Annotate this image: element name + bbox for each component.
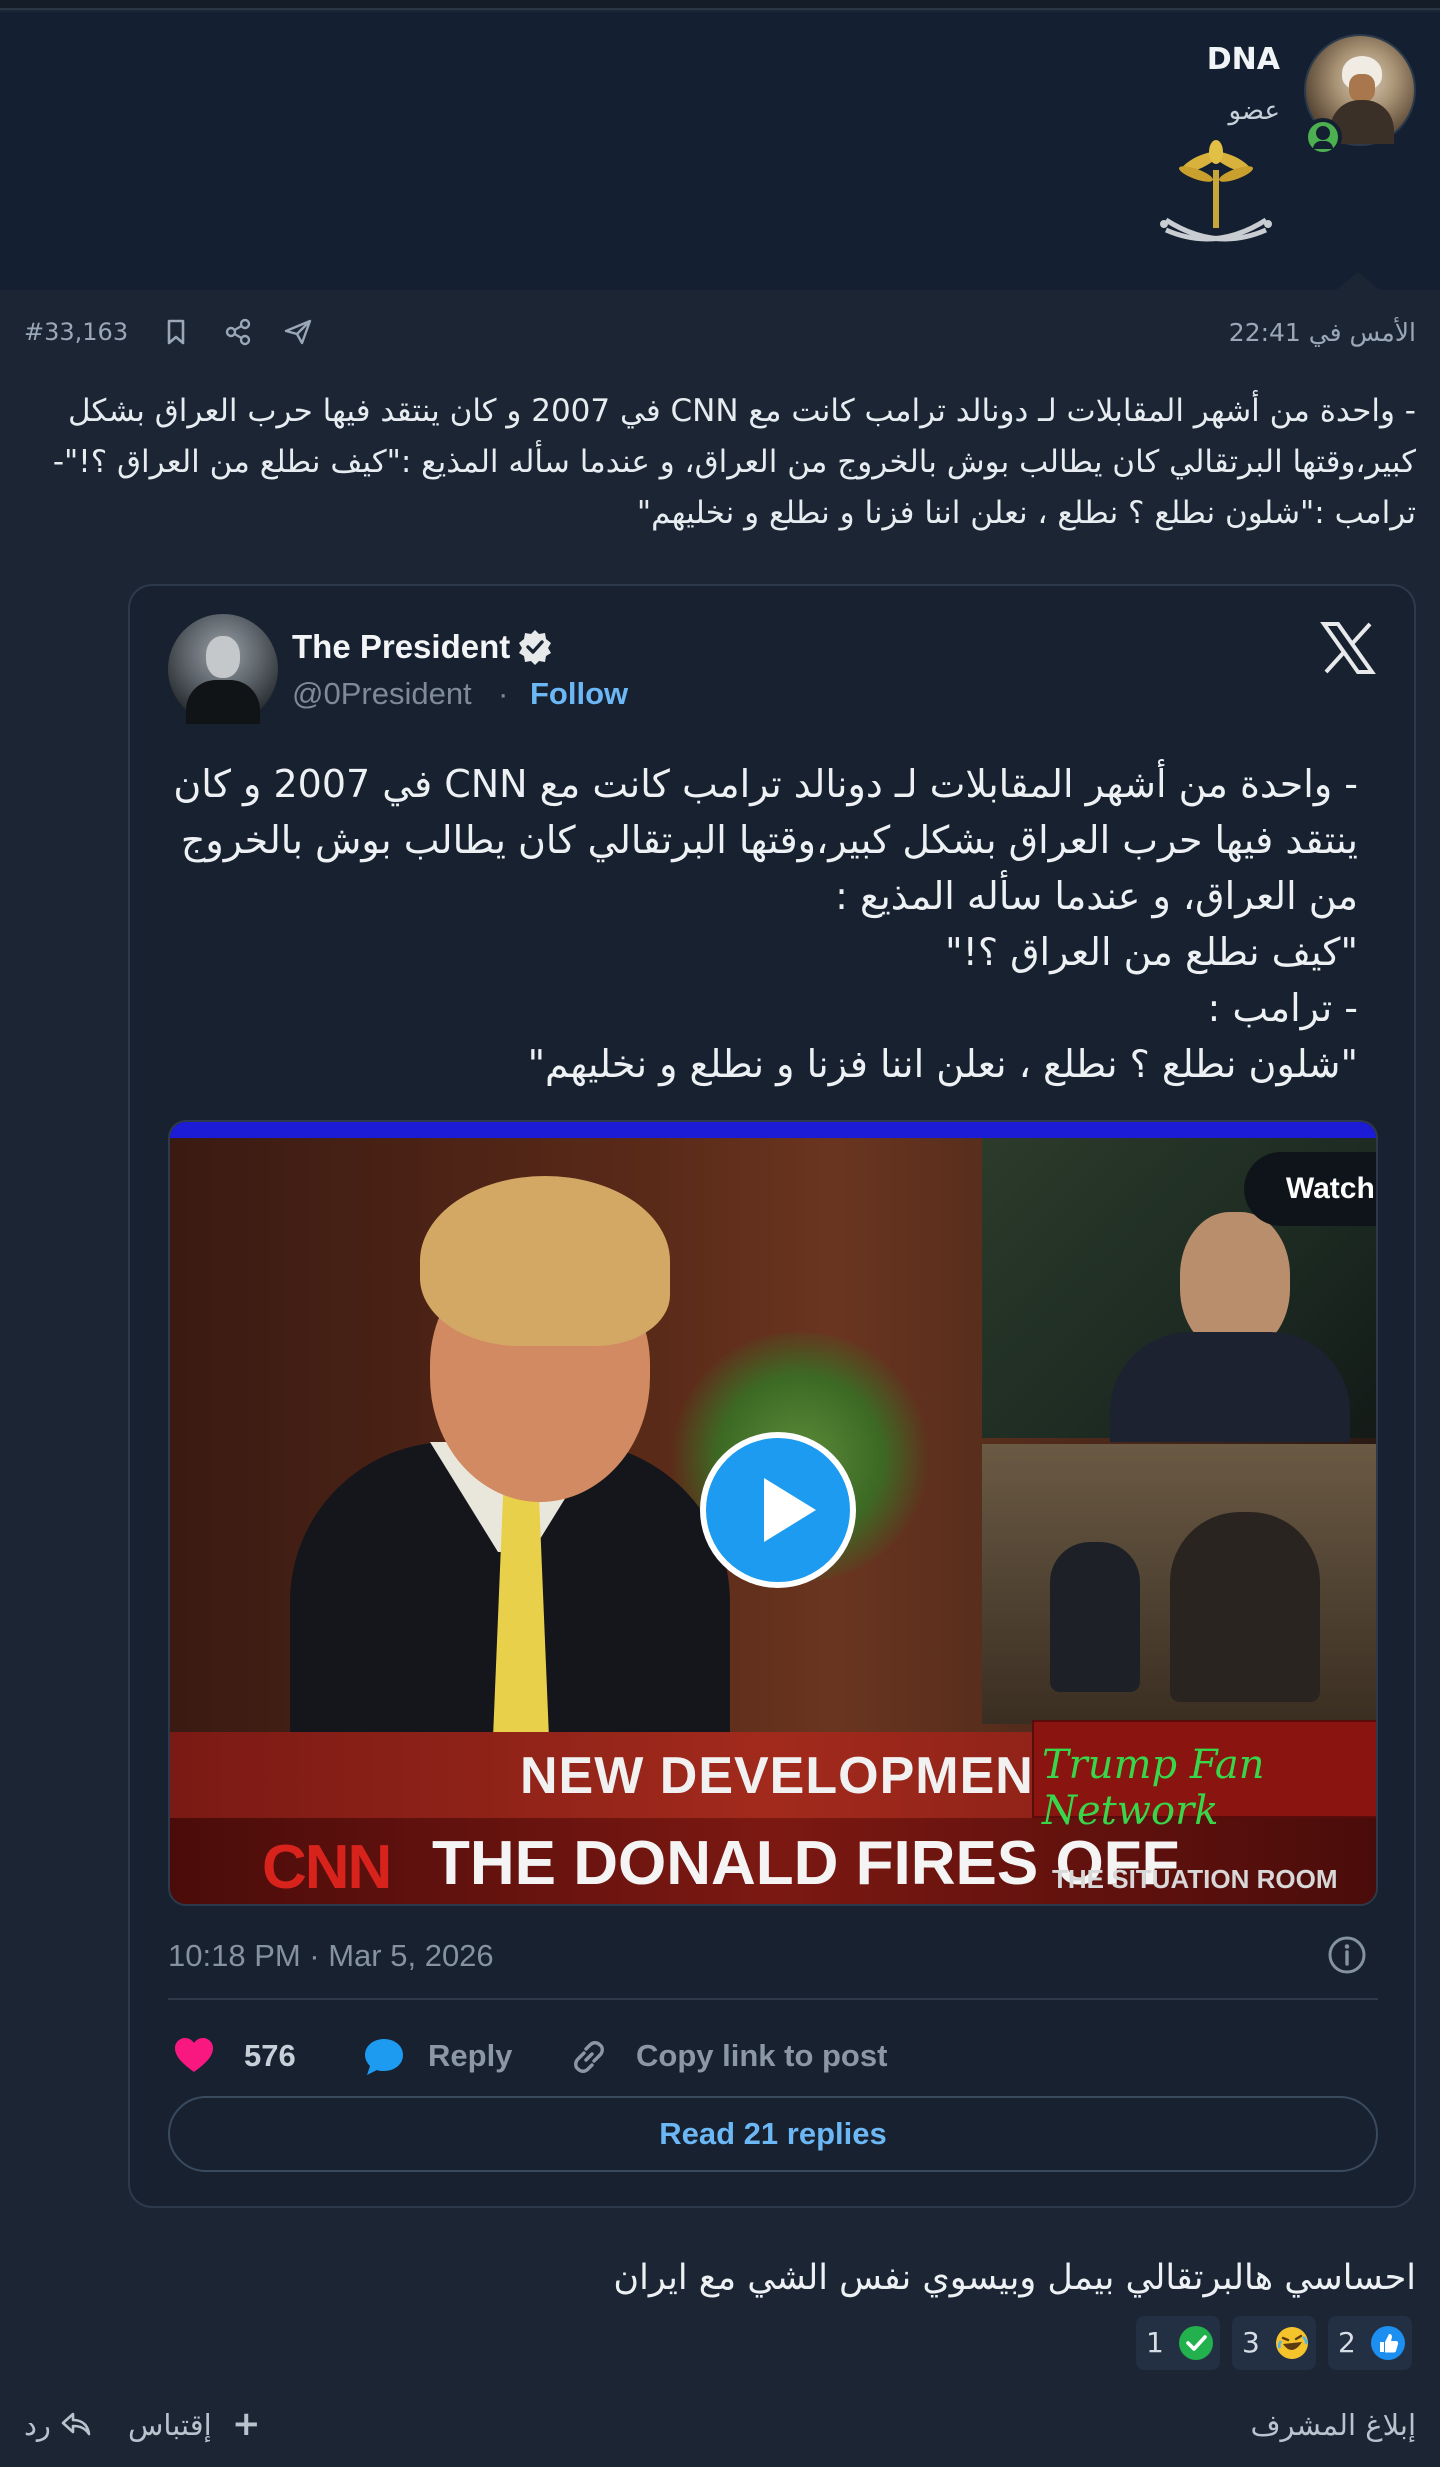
tweet-author-avatar[interactable] xyxy=(168,614,278,724)
post-meta-bar: #33,163 الأمس في 22:41 xyxy=(0,304,1440,360)
handle-separator: · xyxy=(498,676,509,711)
reply-label: Reply xyxy=(428,2038,513,2073)
like-button[interactable]: 576 xyxy=(172,2028,312,2084)
quote-plus-icon: + xyxy=(232,2404,261,2444)
reply-post-label: رد xyxy=(24,2408,51,2442)
video-speaker-hair xyxy=(420,1176,670,1346)
link-icon xyxy=(574,2041,604,2073)
copy-link-label: Copy link to post xyxy=(636,2038,888,2073)
post-timestamp[interactable]: الأمس في 22:41 xyxy=(1229,318,1416,347)
reply-post-button[interactable]: رد xyxy=(24,2404,104,2448)
play-button-icon[interactable] xyxy=(700,1432,856,1588)
online-status-icon xyxy=(1304,118,1342,156)
info-icon[interactable] xyxy=(1326,1934,1368,1976)
copy-link-button[interactable]: Copy link to post xyxy=(568,2028,928,2084)
like-count: 576 xyxy=(244,2038,296,2073)
check-icon xyxy=(1179,2326,1213,2360)
thumbs-up-icon xyxy=(1371,2326,1405,2360)
video-top-bar xyxy=(170,1122,1376,1138)
username[interactable]: DNA xyxy=(1207,42,1280,77)
watch-on-x-button[interactable]: Watch on X xyxy=(1244,1152,1376,1226)
video-caption-line1: NEW DEVELOPMENTS xyxy=(520,1747,1103,1805)
laughing-emoji-icon xyxy=(1276,2327,1308,2359)
read-replies-button[interactable]: Read 21 replies xyxy=(168,2096,1378,2172)
user-title: عضو xyxy=(1228,96,1281,126)
share-icon[interactable] xyxy=(222,316,254,348)
reaction-check[interactable]: 1 xyxy=(1136,2316,1220,2370)
reaction-laugh-count: 3 xyxy=(1242,2326,1260,2359)
reactions-bar: 2 3 1 xyxy=(1136,2316,1416,2370)
video-show-name: THE SITUATION ROOM xyxy=(1052,1864,1338,1894)
tweet-video[interactable]: NEW DEVELOPMENTS CNN THE DONALD FIRES OF… xyxy=(168,1120,1378,1906)
reaction-like-count: 2 xyxy=(1338,2326,1356,2359)
video-seated-figure-1 xyxy=(1050,1542,1140,1692)
top-divider xyxy=(0,0,1440,10)
author-pointer xyxy=(1336,272,1380,290)
video-interviewer-body xyxy=(1110,1332,1350,1442)
reaction-like[interactable]: 2 xyxy=(1328,2316,1412,2370)
send-icon[interactable] xyxy=(282,316,314,348)
reaction-check-count: 1 xyxy=(1146,2326,1164,2359)
reply-bubble-icon xyxy=(365,2039,403,2075)
tweet-divider xyxy=(168,1998,1378,2000)
tweet-author-name[interactable]: The President xyxy=(292,628,510,666)
tweet-avatar-suit xyxy=(186,680,260,724)
video-interviewer-head xyxy=(1180,1212,1290,1352)
reply-button[interactable]: Reply xyxy=(362,2028,522,2084)
reaction-laugh[interactable]: 3 xyxy=(1232,2316,1316,2370)
saudi-emblem-icon xyxy=(1160,140,1272,242)
video-brand-overlay: Trump Fan Network xyxy=(1042,1742,1265,1834)
post-body-text: - واحدة من أشهر المقابلات لـ دونالد ترام… xyxy=(52,393,1416,531)
x-logo-icon[interactable] xyxy=(1320,620,1376,676)
bookmark-icon[interactable] xyxy=(160,316,192,348)
video-seated-figure-2 xyxy=(1170,1512,1320,1702)
tweet-date[interactable]: 10:18 PM · Mar 5, 2026 xyxy=(168,1938,494,1974)
tweet-author-handle[interactable]: @0President xyxy=(292,676,472,712)
quote-label: إقتباس xyxy=(128,2408,212,2442)
report-to-moderator-link[interactable]: إبلاغ المشرف xyxy=(1250,2408,1416,2442)
quote-button[interactable]: إقتباس + xyxy=(128,2404,268,2448)
reply-arrow-icon xyxy=(61,2412,91,2436)
video-network-logo: CNN xyxy=(262,1833,392,1902)
follow-button[interactable]: Follow xyxy=(530,676,628,712)
verified-badge-icon xyxy=(519,630,551,665)
heart-icon xyxy=(175,2038,213,2072)
tweet-text: - واحدة من أشهر المقابلات لـ دونالد ترام… xyxy=(173,762,1358,1086)
post-body-text-2: احساسي هالبرتقالي بيمل وبيسوي نفس الشي م… xyxy=(613,2258,1416,2298)
tweet-avatar-face xyxy=(206,636,240,678)
embedded-tweet-card: The President @0President · Follow - واح… xyxy=(128,584,1416,2208)
avatar-face xyxy=(1349,74,1375,102)
post-number[interactable]: #33,163 xyxy=(24,318,128,346)
